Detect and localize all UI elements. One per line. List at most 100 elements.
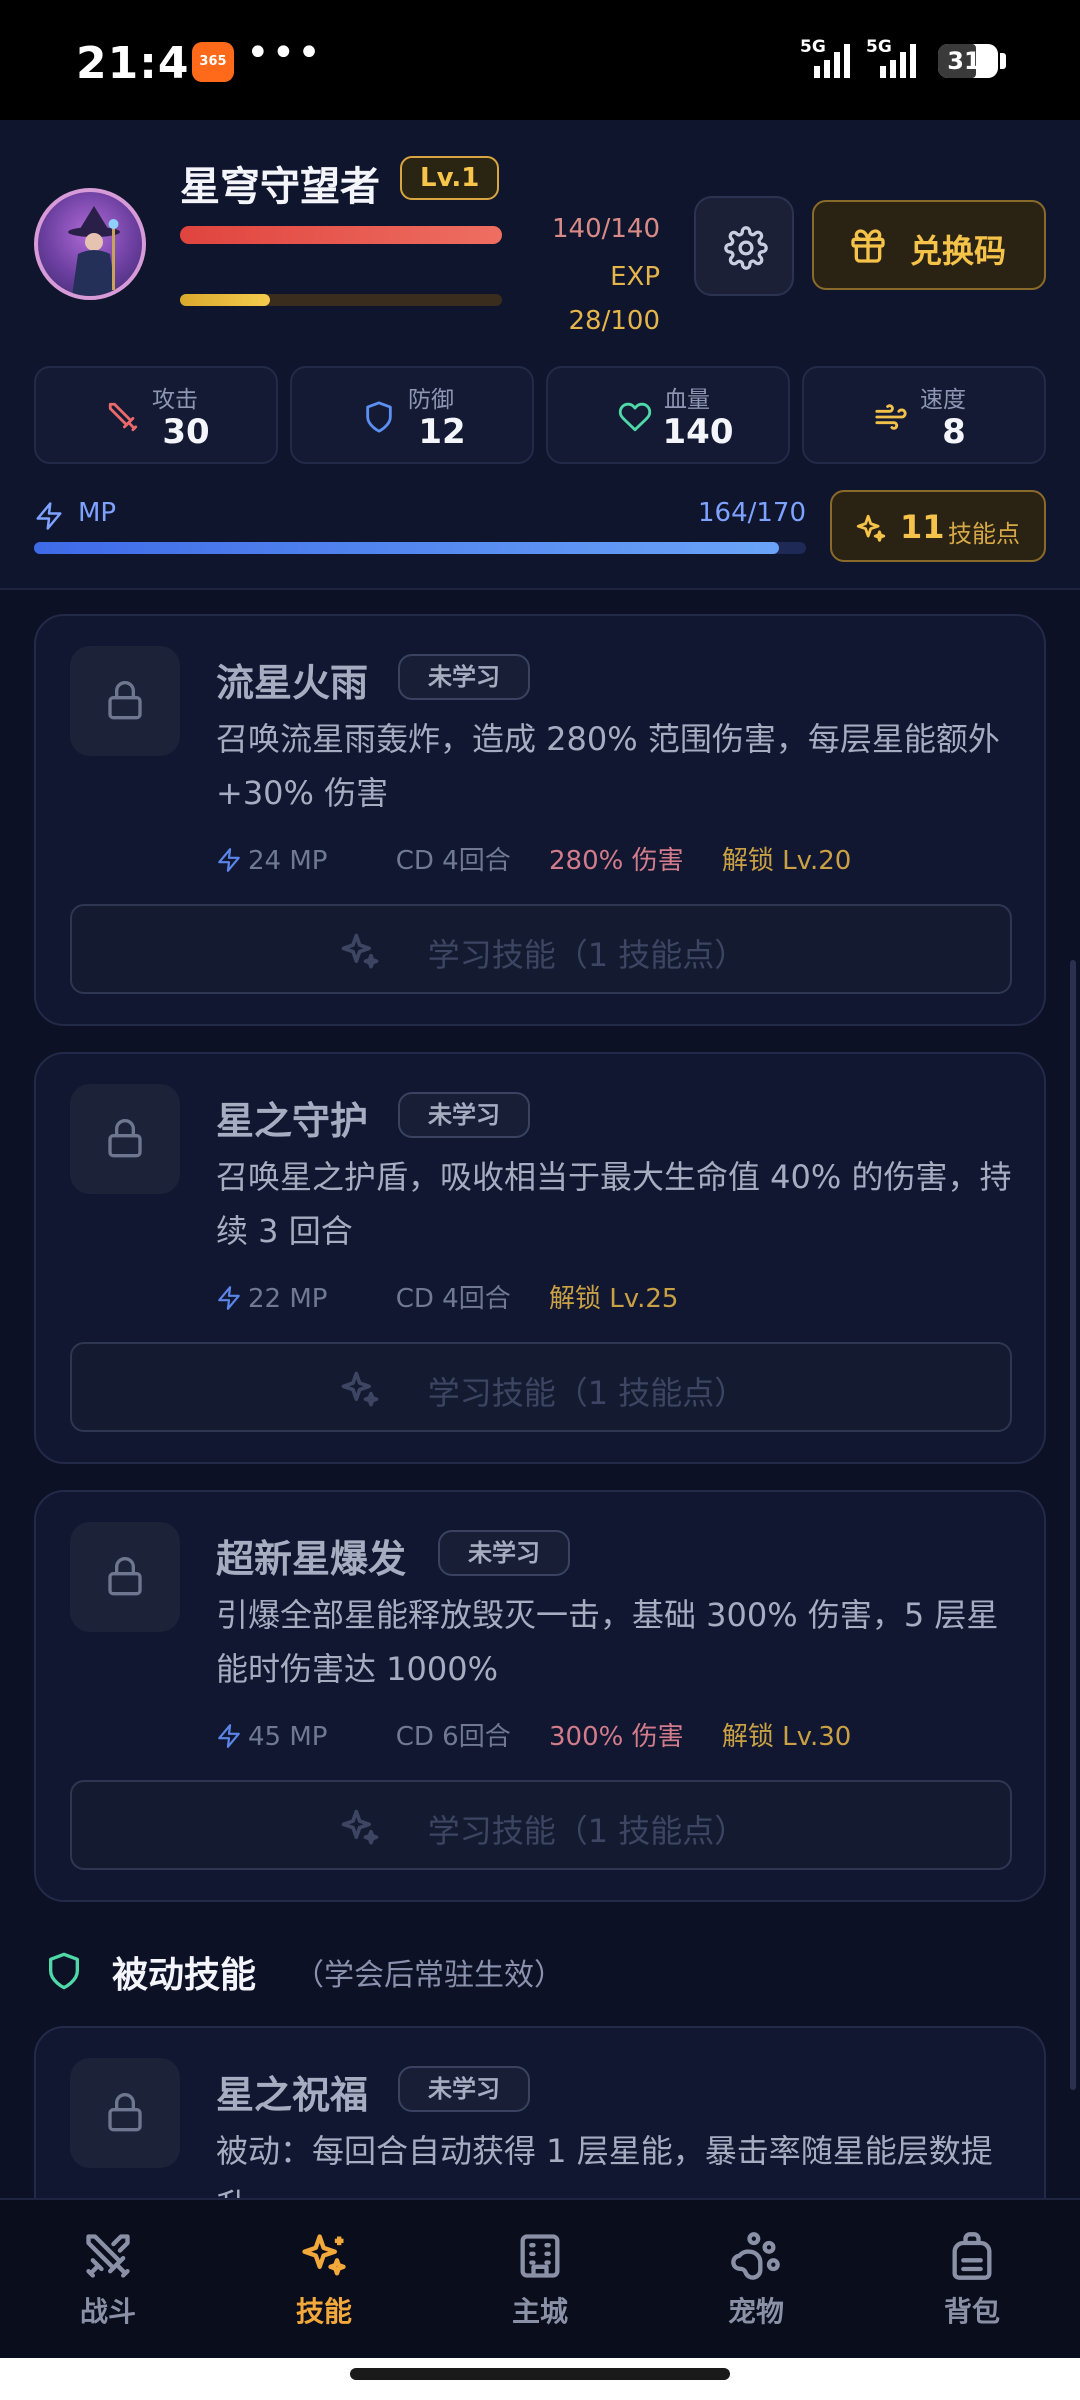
skill-icon-locked [70,2058,180,2168]
lightning-icon [36,502,62,530]
nav-backpack-label: 背包 [943,2295,1000,2328]
crossed-swords-icon [86,2234,130,2278]
stat-health-label: 血量 [664,387,710,413]
passive-skills-note: （学会后常驻生效） [294,1958,564,1993]
nav-backpack[interactable]: 背包 [902,2220,1042,2330]
player-avatar[interactable] [34,188,146,300]
settings-button[interactable] [694,196,794,296]
skill-mp-cost: 24 MP [216,846,357,876]
exp-bar-fill [180,294,271,306]
passive-skills-title: 被动技能 [112,1955,257,1996]
home-indicator[interactable] [350,2368,730,2380]
skill-meta: 45 MP CD 6回合 300% 伤害 解锁 Lv.30 [216,1716,881,1752]
nav-skills[interactable]: 技能 [254,2220,394,2330]
signal-icon-2: 5G [866,37,916,78]
skill-mp-cost: 45 MP [216,1722,357,1752]
skill-unlock-level: 解锁 Lv.30 [721,1722,852,1752]
skill-unlock-level: 解锁 Lv.20 [721,846,852,876]
skill-name: 星之守护 [216,1099,369,1143]
stat-speed-value: 8 [942,412,966,452]
scrollbar[interactable] [1070,960,1076,2090]
heart-icon [618,402,652,432]
svg-text:5G: 5G [800,37,826,57]
exp-text: 28/100 [568,306,660,336]
stat-defense: 防御 12 [290,366,534,464]
mp-text: 164/170 [697,498,806,528]
lightning-icon [218,1724,240,1748]
nav-pets-label: 宠物 [727,2295,784,2328]
skill-cooldown: CD 4回合 [395,846,511,876]
learn-skill-button[interactable]: 学习技能（1 技能点） [70,1342,1012,1432]
more-notifications-icon: ••• [246,30,323,76]
mp-label: MP [78,498,117,528]
skill-card-meteor-rain: 流星火雨 未学习 召唤流星雨轰炸，造成 280% 范围伤害，每层星能额外 +30… [34,614,1046,1026]
nav-battle-label: 战斗 [79,2295,136,2328]
skill-icon-locked [70,1084,180,1194]
skill-icon-locked [70,1522,180,1632]
sword-icon [108,402,138,432]
nav-skills-label: 技能 [295,2295,352,2328]
hp-text: 140/140 [551,214,660,244]
skill-status-badge: 未学习 [398,2066,530,2112]
skill-unlock-level: 解锁 Lv.25 [548,1284,679,1314]
skill-card-star-guard: 星之守护 未学习 召唤星之护盾，吸收相当于最大生命值 40% 的伤害，持续 3 … [34,1052,1046,1464]
learn-skill-label: 学习技能（1 技能点） [427,1374,747,1412]
lightning-icon [218,1286,240,1310]
skill-damage: 280% 伤害 [548,846,684,876]
stat-health: 血量 140 [546,366,790,464]
player-name: 星穹守望者 [180,164,380,210]
svg-text:5G: 5G [866,37,892,57]
wind-icon [875,404,907,430]
skill-name: 流星火雨 [216,661,369,705]
redeem-code-button[interactable]: 兑换码 [812,200,1046,290]
nav-main-city-label: 主城 [511,2295,568,2328]
lock-icon [108,1557,142,1596]
stat-health-value: 140 [662,412,734,452]
signal-icon-1: 5G [800,37,850,78]
lock-icon [108,681,142,720]
skill-status-badge: 未学习 [398,1092,530,1138]
hp-bar-fill [180,226,502,244]
shield-icon [366,401,392,433]
lock-icon [108,2093,142,2132]
battery-icon: 31 [938,44,998,78]
nav-main-city[interactable]: 主城 [470,2220,610,2330]
skill-cooldown: CD 6回合 [395,1722,511,1752]
player-header: 星穹守望者 Lv.1 140/140 EXP 28/100 兑换码 攻击 30 … [0,120,1080,590]
sparkles-icon [856,514,886,542]
nav-pets[interactable]: 宠物 [686,2220,826,2330]
hp-bar [180,226,502,244]
learn-skill-button[interactable]: 学习技能（1 技能点） [70,1780,1012,1870]
skill-description: 召唤星之护盾，吸收相当于最大生命值 40% 的伤害，持续 3 回合 [216,1158,1012,1250]
skill-cooldown: CD 4回合 [395,1284,511,1314]
mp-bar [34,542,806,554]
gift-icon [851,229,885,263]
backpack-icon [952,2232,992,2280]
skill-damage: 300% 伤害 [548,1722,684,1752]
skill-name: 超新星爆发 [216,1537,407,1581]
sparkles-icon [302,2234,346,2276]
lock-icon [108,1119,142,1158]
status-bar: 21:48 365 ••• 5G 5G 31 [0,0,1080,120]
skill-icon-locked [70,646,180,756]
skill-points-badge: 11 技能点 [830,490,1046,562]
nav-battle[interactable]: 战斗 [38,2220,178,2330]
wizard-avatar-icon [68,206,120,296]
redeem-code-label: 兑换码 [910,232,1007,270]
stat-attack-value: 30 [162,412,210,452]
lightning-icon [218,848,240,872]
skill-status-badge: 未学习 [438,1530,570,1576]
skill-description: 引爆全部星能释放毁灭一击，基础 300% 伤害，5 层星能时伤害达 1000% [216,1596,999,1688]
stat-attack: 攻击 30 [34,366,278,464]
app-screen: 星穹守望者 Lv.1 140/140 EXP 28/100 兑换码 攻击 30 … [0,120,1080,2350]
player-level-badge: Lv.1 [400,156,500,200]
skill-card-supernova: 超新星爆发 未学习 引爆全部星能释放毁灭一击，基础 300% 伤害，5 层星能时… [34,1490,1046,1902]
learn-skill-button[interactable]: 学习技能（1 技能点） [70,904,1012,994]
mp-bar-fill [34,542,779,554]
shield-check-icon [49,1952,80,1990]
skill-points-label: 技能点 [948,520,1020,548]
stat-speed: 速度 8 [802,366,1046,464]
skill-meta: 24 MP CD 4回合 280% 伤害 解锁 Lv.20 [216,840,881,876]
stat-attack-label: 攻击 [152,387,198,413]
bottom-navigation: 战斗 技能 主城 宠物 背包 [0,2198,1080,2358]
